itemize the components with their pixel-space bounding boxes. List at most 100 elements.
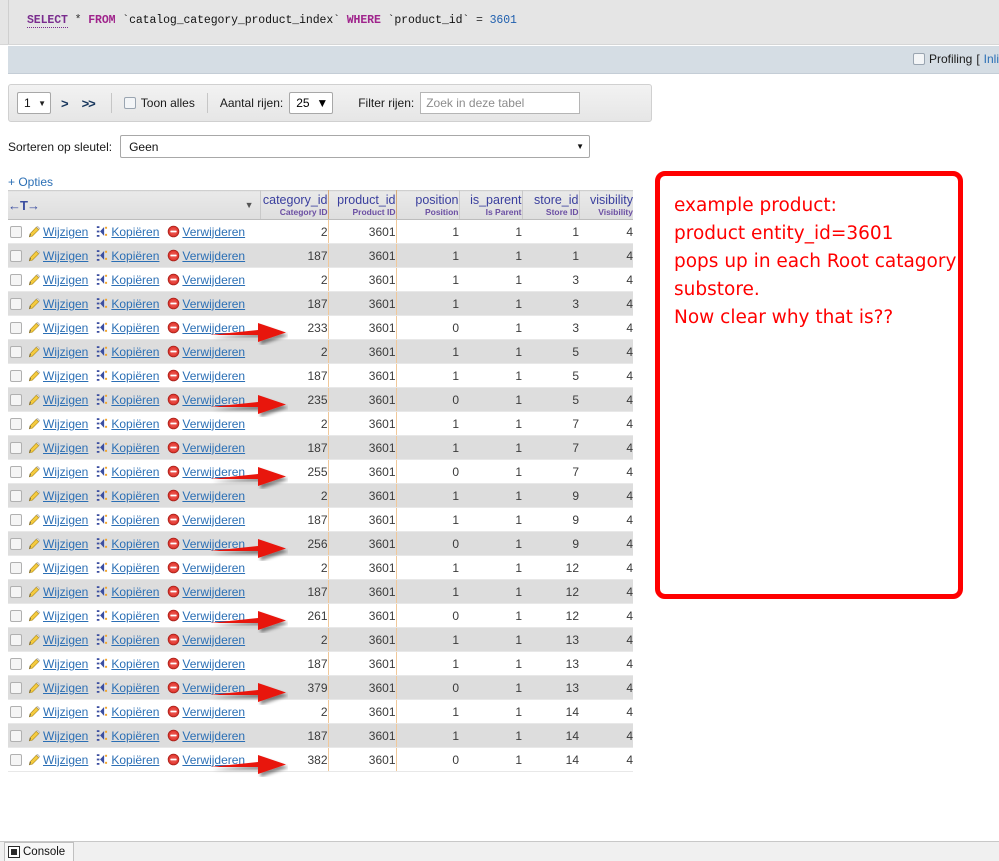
header-store-id[interactable]: store_id Store ID [522,190,580,220]
table-row[interactable]: Wijzigen Kopiëren Verwijderen 2 3601 1 1 3 4 [8,267,633,292]
header-category-id[interactable]: category_id Category ID [260,190,329,220]
row-select-checkbox[interactable] [10,417,22,430]
table-row[interactable]: Wijzigen Kopiëren Verwijderen 187 3601 1 1 12 4 [8,579,633,604]
table-row[interactable]: Wijzigen Kopiëren Verwijderen 187 3601 1 1 1 4 [8,243,633,268]
header-product-id[interactable]: product_id Product ID [328,190,397,220]
copy-row-link[interactable]: Kopiëren [111,321,159,335]
row-select-checkbox[interactable] [10,225,22,238]
delete-row-link[interactable]: Verwijderen [182,705,245,719]
copy-row-link[interactable]: Kopiëren [111,393,159,407]
table-row[interactable]: Wijzigen Kopiëren Verwijderen 2 3601 1 1 5 4 [8,339,633,364]
copy-row-link[interactable]: Kopiëren [111,225,159,239]
row-select-checkbox[interactable] [10,465,22,478]
copy-row-link[interactable]: Kopiëren [111,633,159,647]
edit-row-link[interactable]: Wijzigen [43,681,88,695]
rows-count-select[interactable]: 25 ▼ [289,92,334,114]
delete-row-link[interactable]: Verwijderen [182,657,245,671]
delete-row-link[interactable]: Verwijderen [182,681,245,695]
edit-row-link[interactable]: Wijzigen [43,729,88,743]
profiling-checkbox[interactable] [912,53,925,65]
edit-row-link[interactable]: Wijzigen [43,585,88,599]
show-all-checkbox[interactable] [123,97,136,109]
row-select-checkbox[interactable] [10,249,22,262]
table-row[interactable]: Wijzigen Kopiëren Verwijderen 256 3601 0 1 9 4 [8,531,633,556]
header-position[interactable]: position Position [396,190,460,220]
edit-row-link[interactable]: Wijzigen [43,705,88,719]
table-row[interactable]: Wijzigen Kopiëren Verwijderen 2 3601 1 1 9 4 [8,483,633,508]
delete-row-link[interactable]: Verwijderen [182,561,245,575]
edit-row-link[interactable]: Wijzigen [43,273,88,287]
table-row[interactable]: Wijzigen Kopiëren Verwijderen 187 3601 1 1 7 4 [8,435,633,460]
copy-row-link[interactable]: Kopiëren [111,465,159,479]
edit-row-link[interactable]: Wijzigen [43,441,88,455]
row-select-checkbox[interactable] [10,585,22,598]
table-row[interactable]: Wijzigen Kopiëren Verwijderen 187 3601 1 1 5 4 [8,363,633,388]
copy-row-link[interactable]: Kopiëren [111,417,159,431]
row-select-checkbox[interactable] [10,609,22,622]
copy-row-link[interactable]: Kopiëren [111,513,159,527]
table-row[interactable]: Wijzigen Kopiëren Verwijderen 235 3601 0 1 5 4 [8,387,633,412]
copy-row-link[interactable]: Kopiëren [111,609,159,623]
table-row[interactable]: Wijzigen Kopiëren Verwijderen 2 3601 1 1 1 4 [8,219,633,244]
delete-row-link[interactable]: Verwijderen [182,585,245,599]
console-toggle[interactable]: Console [4,842,75,861]
edit-row-link[interactable]: Wijzigen [43,513,88,527]
delete-row-link[interactable]: Verwijderen [182,273,245,287]
edit-row-link[interactable]: Wijzigen [43,609,88,623]
edit-row-link[interactable]: Wijzigen [43,297,88,311]
row-select-checkbox[interactable] [10,633,22,646]
copy-row-link[interactable]: Kopiëren [111,585,159,599]
next-page-button[interactable]: > [57,96,72,111]
row-select-checkbox[interactable] [10,681,22,694]
page-number-select[interactable]: 1 ▼ [17,92,51,114]
row-select-checkbox[interactable] [10,345,22,358]
row-select-checkbox[interactable] [10,273,22,286]
copy-row-link[interactable]: Kopiëren [111,297,159,311]
table-row[interactable]: Wijzigen Kopiëren Verwijderen 382 3601 0 1 14 4 [8,747,633,772]
copy-row-link[interactable]: Kopiëren [111,273,159,287]
show-all-control[interactable]: Toon alles [123,96,195,110]
table-row[interactable]: Wijzigen Kopiëren Verwijderen 2 3601 1 1 14 4 [8,699,633,724]
edit-row-link[interactable]: Wijzigen [43,249,88,263]
table-row[interactable]: Wijzigen Kopiëren Verwijderen 187 3601 1 1 14 4 [8,723,633,748]
edit-row-link[interactable]: Wijzigen [43,465,88,479]
delete-row-link[interactable]: Verwijderen [182,633,245,647]
options-toggle-link[interactable]: + Opties [8,175,53,189]
row-select-checkbox[interactable] [10,561,22,574]
table-row[interactable]: Wijzigen Kopiëren Verwijderen 187 3601 1 1 13 4 [8,651,633,676]
edit-row-link[interactable]: Wijzigen [43,369,88,383]
row-select-checkbox[interactable] [10,753,22,766]
delete-row-link[interactable]: Verwijderen [182,297,245,311]
delete-row-link[interactable]: Verwijderen [182,441,245,455]
row-select-checkbox[interactable] [10,369,22,382]
row-select-checkbox[interactable] [10,705,22,718]
filter-rows-input[interactable] [420,92,581,114]
edit-row-link[interactable]: Wijzigen [43,393,88,407]
sql-query-text[interactable]: SELECT * FROM `catalog_category_product_… [27,14,517,28]
delete-row-link[interactable]: Verwijderen [182,417,245,431]
copy-row-link[interactable]: Kopiëren [111,561,159,575]
edit-row-link[interactable]: Wijzigen [43,561,88,575]
move-columns-icon[interactable]: ←T→ [8,198,40,213]
copy-row-link[interactable]: Kopiëren [111,705,159,719]
delete-row-link[interactable]: Verwijderen [182,345,245,359]
edit-row-link[interactable]: Wijzigen [43,345,88,359]
row-select-checkbox[interactable] [10,441,22,454]
row-select-checkbox[interactable] [10,489,22,502]
edit-row-link[interactable]: Wijzigen [43,321,88,335]
copy-row-link[interactable]: Kopiëren [111,369,159,383]
row-select-checkbox[interactable] [10,657,22,670]
copy-row-link[interactable]: Kopiëren [111,681,159,695]
row-select-checkbox[interactable] [10,729,22,742]
table-row[interactable]: Wijzigen Kopiëren Verwijderen 2 3601 1 1 13 4 [8,627,633,652]
delete-row-link[interactable]: Verwijderen [182,513,245,527]
edit-row-link[interactable]: Wijzigen [43,417,88,431]
copy-row-link[interactable]: Kopiëren [111,345,159,359]
row-select-checkbox[interactable] [10,537,22,550]
row-select-checkbox[interactable] [10,321,22,334]
table-row[interactable]: Wijzigen Kopiëren Verwijderen 187 3601 1 1 3 4 [8,291,633,316]
copy-row-link[interactable]: Kopiëren [111,249,159,263]
chevron-down-icon[interactable]: ▼ [245,200,254,210]
edit-row-link[interactable]: Wijzigen [43,657,88,671]
edit-row-link[interactable]: Wijzigen [43,489,88,503]
